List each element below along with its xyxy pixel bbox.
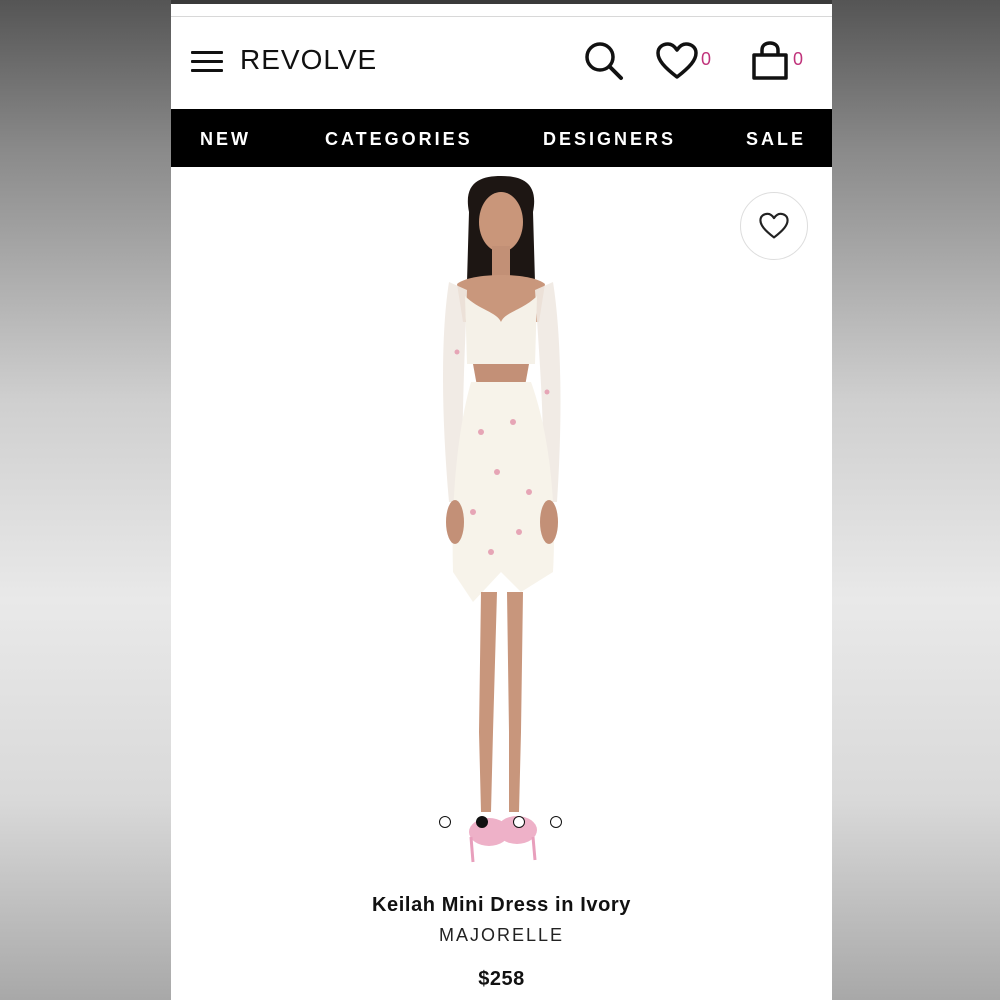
product-title: Keilah Mini Dress in Ivory	[371, 894, 631, 916]
nav-item-categories[interactable]: CATEGORIES	[325, 129, 473, 150]
carousel-dot[interactable]	[439, 816, 451, 828]
carousel-dot-active[interactable]	[476, 816, 488, 828]
search-icon[interactable]	[583, 40, 625, 87]
carousel-dot[interactable]	[513, 816, 525, 828]
heart-icon	[759, 212, 789, 239]
add-to-wishlist-button[interactable]	[740, 192, 808, 260]
divider	[171, 16, 832, 17]
carousel-dot[interactable]	[550, 816, 562, 828]
nav-item-sale[interactable]: SALE	[746, 129, 806, 150]
nav-item-designers[interactable]: DESIGNERS	[543, 129, 676, 150]
wishlist-heart-icon[interactable]	[656, 42, 698, 85]
nav-item-new[interactable]: NEW	[200, 129, 251, 150]
app-screen: REVOLVE 0 0 NEW CATEGORIES DESIGNERS SAL…	[171, 0, 832, 1000]
category-nav: NEW CATEGORIES DESIGNERS SALE	[171, 109, 832, 167]
product-price: $258	[478, 968, 525, 990]
logo[interactable]: REVOLVE	[240, 44, 377, 76]
status-strip	[171, 0, 832, 4]
product-image[interactable]	[401, 172, 601, 882]
bag-icon[interactable]	[751, 41, 789, 86]
cart-count: 0	[793, 49, 804, 69]
menu-icon[interactable]	[191, 51, 223, 73]
wishlist-count: 0	[701, 49, 712, 69]
product-brand[interactable]: MAJORELLE	[171, 925, 832, 946]
